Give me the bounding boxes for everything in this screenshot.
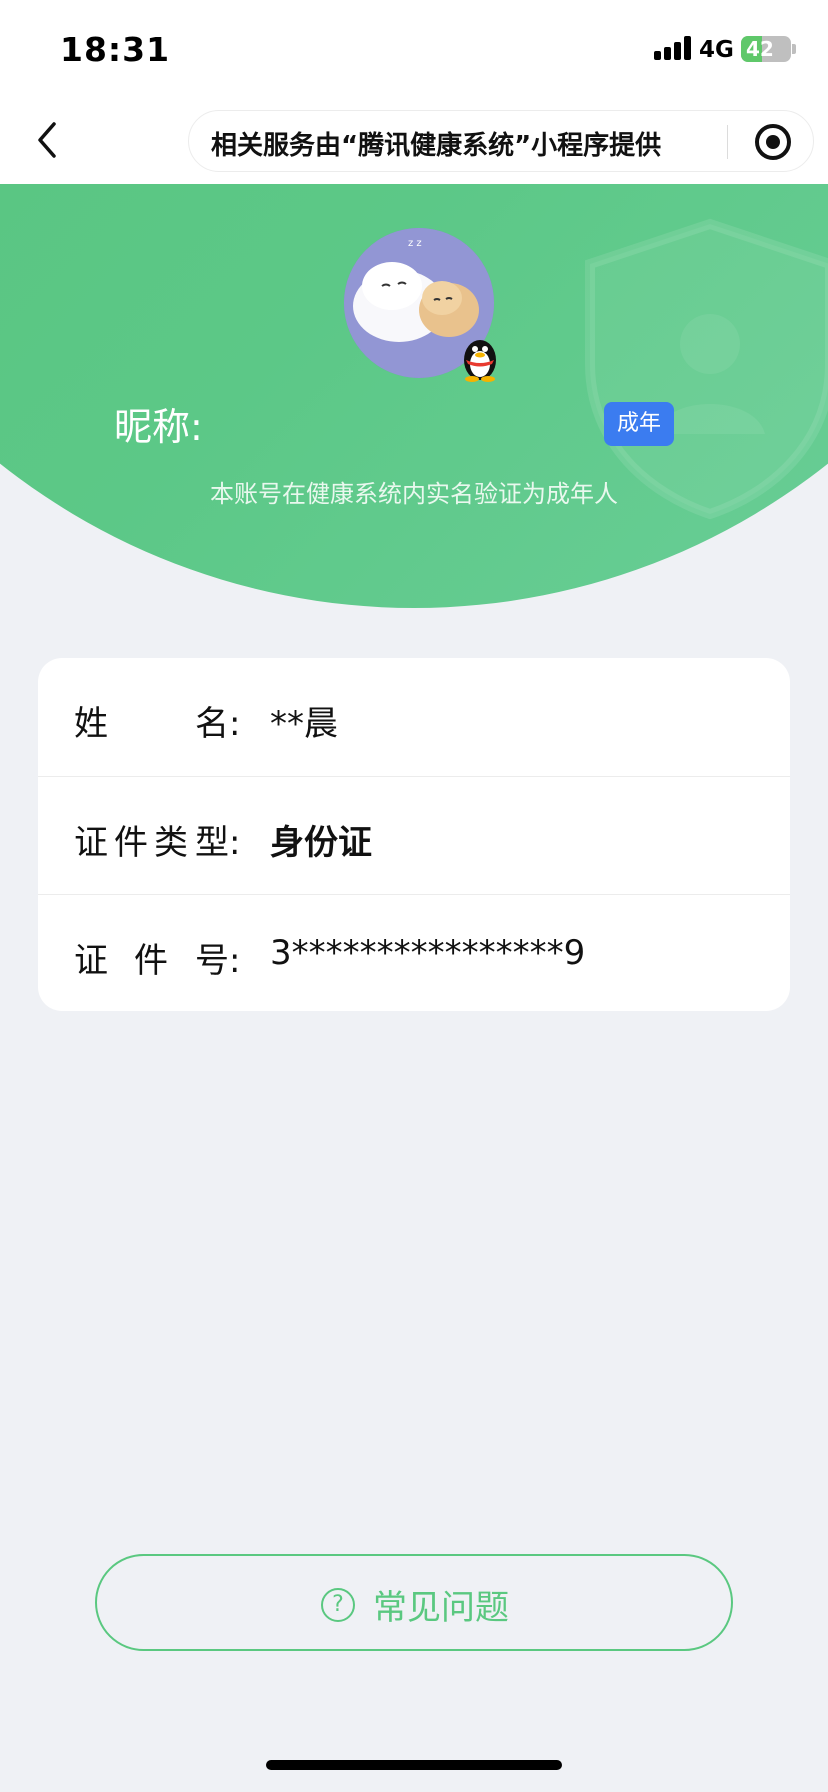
battery-icon: 42: [741, 36, 791, 62]
nav-bar: 相关服务由“腾讯健康系统”小程序提供: [0, 100, 828, 184]
info-row-id-number: 证 件 号: 3****************9: [38, 894, 790, 1011]
mini-program-capsule[interactable]: 相关服务由“腾讯健康系统”小程序提供: [188, 110, 814, 172]
battery-level: 42: [746, 37, 774, 61]
info-label-name: 姓 名:: [74, 696, 246, 744]
battery-cap: [792, 44, 796, 54]
home-indicator[interactable]: [266, 1760, 562, 1770]
label-char: 号:: [195, 941, 241, 981]
info-value-id-type: 身份证: [270, 823, 372, 863]
profile-header: z z 昵称: 成年 本账号在健康系统内实名验证为成年人: [0, 184, 828, 610]
screen: 18:31 4G 42 相关服务由“腾讯健康系统”小程序提供 z z 昵称: 成…: [0, 0, 828, 1792]
faq-label: 常见问题: [373, 1588, 509, 1628]
label-char: 型:: [195, 823, 241, 863]
label-char: 类: [154, 823, 188, 863]
info-row-id-type: 证 件 类 型: 身份证: [38, 776, 790, 893]
info-row-name: 姓 名: **晨: [38, 658, 790, 775]
label-char: 件: [114, 823, 148, 863]
info-label-id-type: 证 件 类 型:: [74, 815, 246, 863]
capsule-divider: [727, 125, 728, 159]
qq-penguin-icon: [464, 340, 496, 382]
target-record-icon[interactable]: [755, 124, 791, 160]
info-label-id-number: 证 件 号:: [74, 933, 246, 981]
verification-description: 本账号在健康系统内实名验证为成年人: [210, 480, 618, 508]
info-value-id-number: 3****************9: [270, 933, 586, 973]
chevron-left-icon: [38, 122, 56, 158]
adult-status-badge: 成年: [604, 402, 675, 446]
status-bar: 18:31 4G 42: [0, 0, 828, 100]
label-char: 名:: [195, 704, 241, 744]
signal-icon: [654, 36, 692, 60]
back-button[interactable]: [28, 118, 72, 162]
label-char: 证: [74, 823, 108, 863]
svg-text:z z: z z: [408, 238, 422, 249]
info-value-name: **晨: [270, 704, 338, 744]
capsule-service-text: 相关服务由“腾讯健康系统”小程序提供: [211, 131, 662, 161]
status-time: 18:31: [60, 30, 171, 69]
faq-button[interactable]: ? 常见问题: [95, 1554, 733, 1651]
help-circle-icon: ?: [321, 1588, 355, 1622]
nickname-label: 昵称:: [114, 405, 203, 449]
label-char: 件: [134, 941, 168, 981]
label-char: 证: [74, 941, 108, 981]
network-label: 4G: [699, 37, 734, 63]
label-char: 姓: [74, 704, 108, 744]
identity-info-card: 姓 名: **晨 证 件 类 型: 身份证 证 件 号: 3**********…: [38, 658, 790, 1011]
